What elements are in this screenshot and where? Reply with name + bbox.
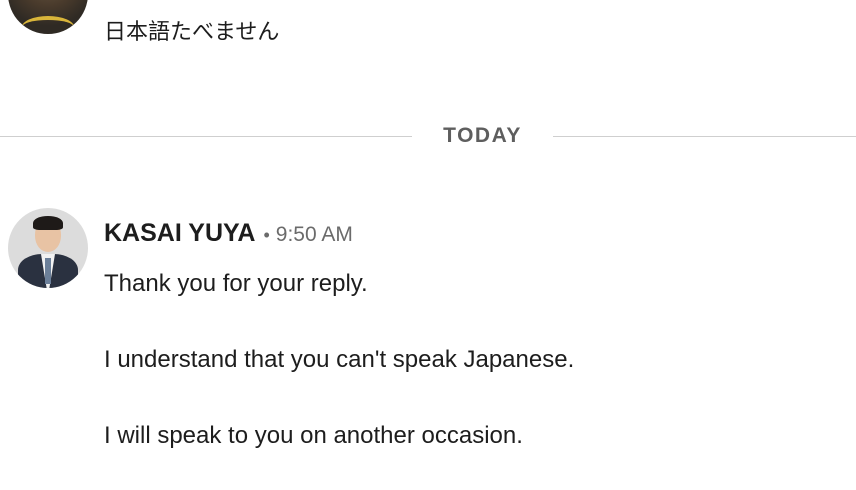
message-header: KASAI YUYA • 9:50 AM	[104, 219, 353, 251]
date-divider-label: TODAY	[443, 124, 522, 147]
divider-line-right	[553, 136, 856, 137]
message-paragraph: Thank you for your reply.	[104, 270, 368, 297]
divider-line-left	[0, 136, 412, 137]
previous-sender-avatar[interactable]	[8, 0, 88, 34]
sender-name[interactable]: KASAI YUYA	[104, 219, 255, 247]
previous-message-text: 日本語たべません	[104, 20, 280, 45]
avatar-lanyard	[22, 16, 74, 34]
message-paragraph: I will speak to you on another occasion.	[104, 422, 523, 449]
date-divider: TODAY	[0, 122, 856, 152]
avatar-tie	[45, 258, 51, 284]
message-timestamp: 9:50 AM	[275, 223, 353, 246]
chat-thread: 日本語たべません TODAY KASAI YUYA • 9:50 AM Thank …	[0, 0, 856, 490]
message-paragraph: I understand that you can't speak Japane…	[104, 346, 575, 373]
sender-avatar[interactable]	[8, 208, 88, 288]
header-separator: •	[263, 225, 270, 245]
avatar-hair	[33, 216, 63, 230]
